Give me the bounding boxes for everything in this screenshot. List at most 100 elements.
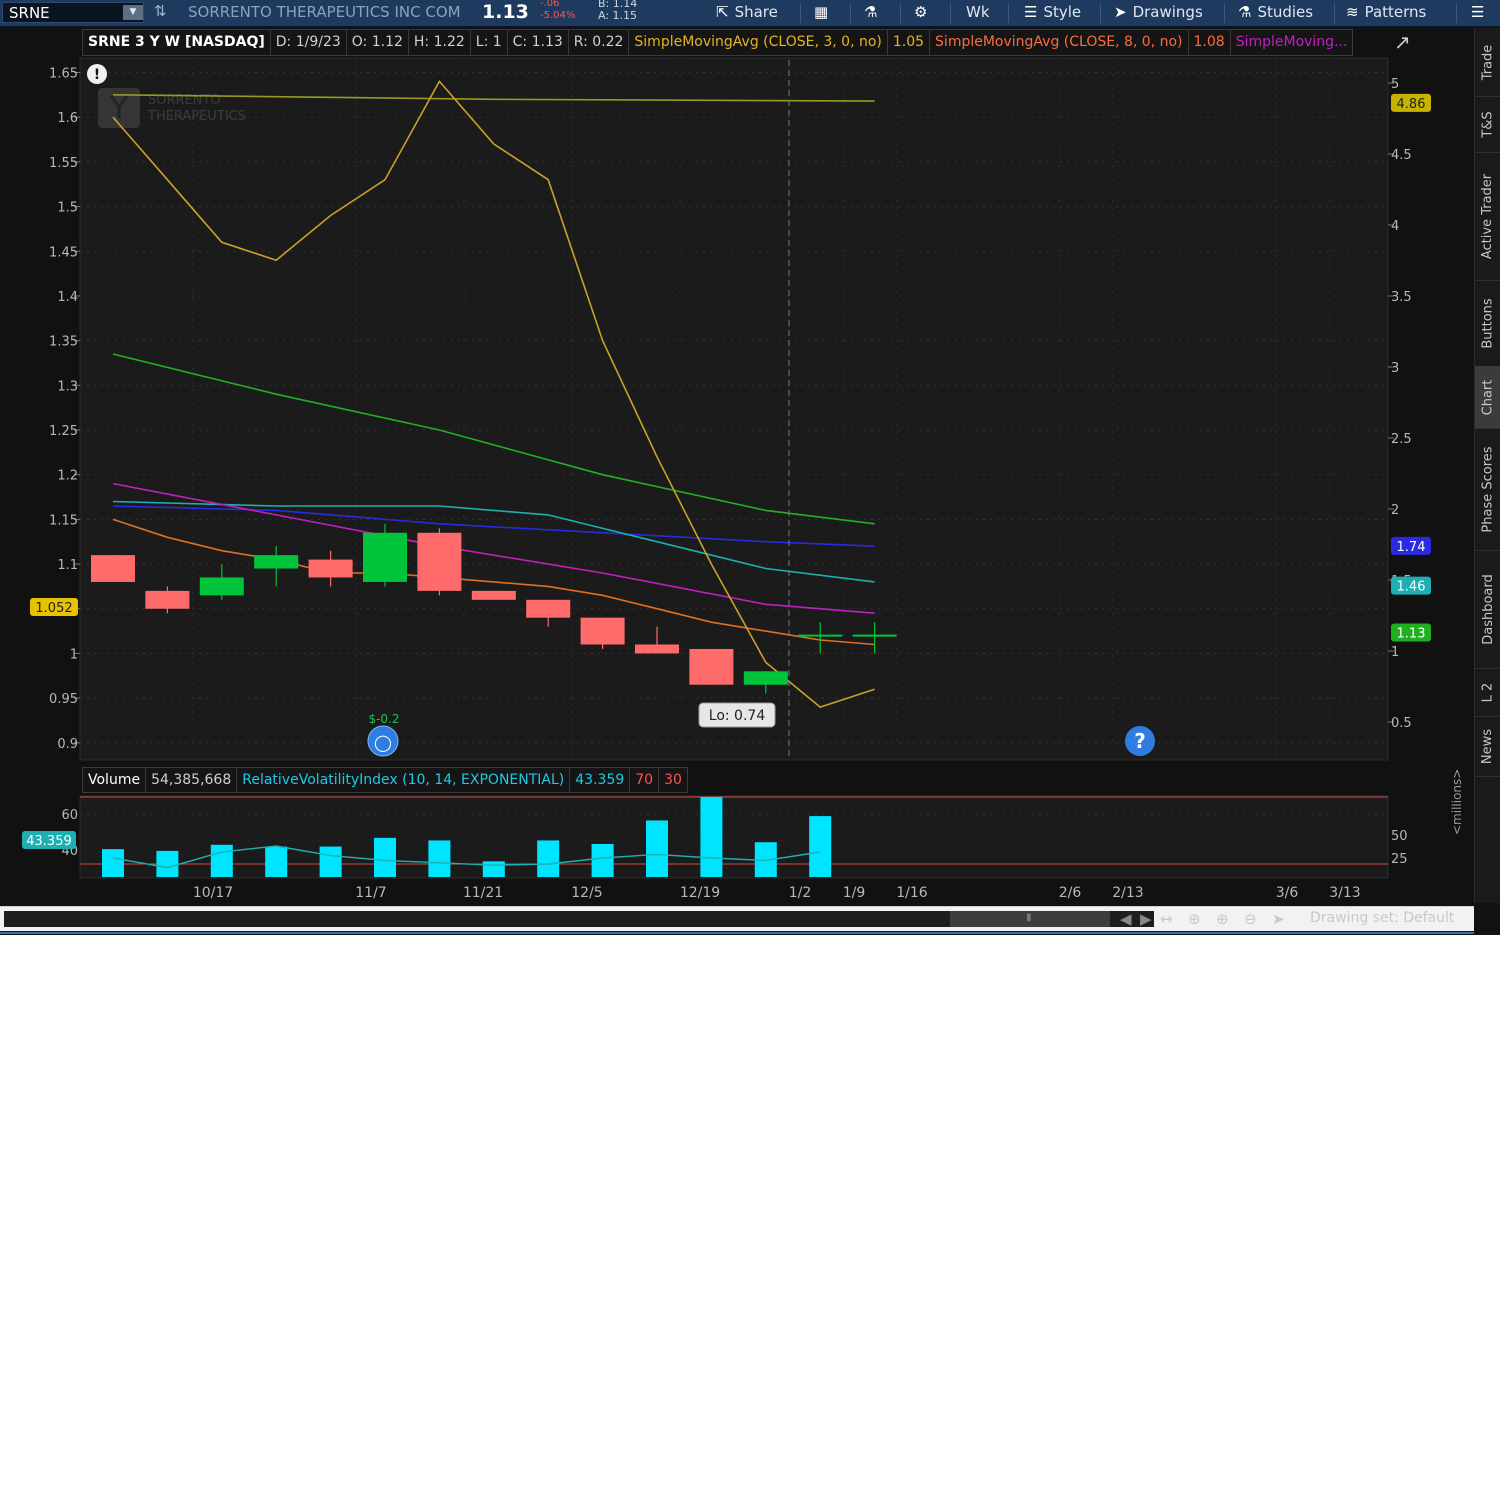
side-tab-news[interactable]: News (1475, 716, 1500, 777)
volume-bar[interactable] (156, 850, 179, 877)
volume-bar[interactable] (591, 843, 614, 877)
volume-bar[interactable] (482, 861, 505, 877)
net-change: -.06 (540, 0, 560, 9)
candle-body[interactable] (471, 590, 516, 600)
candle-body[interactable] (417, 532, 462, 591)
candle-body[interactable] (199, 577, 244, 596)
studies-button[interactable]: ⚗ Studies (1238, 0, 1313, 26)
grid-button[interactable]: ▦ (814, 0, 834, 26)
drawings-button[interactable]: ➤ Drawings (1114, 0, 1203, 26)
zoom-out-icon[interactable]: ⊖ (1244, 910, 1257, 928)
side-tab-buttons[interactable]: Buttons (1475, 280, 1500, 367)
symbol-input[interactable]: SRNE ▼ (2, 2, 144, 23)
link-icon[interactable]: ⇅ (154, 2, 167, 20)
share-button[interactable]: ⇱ Share (716, 0, 778, 26)
side-tab-label: Dashboard (1480, 573, 1496, 645)
side-tab-l-2[interactable]: L 2 (1475, 668, 1500, 717)
sma8-value: 1.08 (1187, 29, 1230, 56)
volume-bar[interactable] (265, 846, 288, 877)
last-price: 1.13 (482, 1, 529, 23)
drawing-set-label[interactable]: Drawing set: Default (1310, 910, 1454, 926)
divider (1334, 3, 1335, 23)
side-tab-chart[interactable]: Chart (1475, 366, 1500, 429)
volume-bar[interactable] (210, 844, 233, 877)
volume-bar[interactable] (428, 840, 451, 877)
volume-bar[interactable] (537, 840, 560, 877)
bar-open: O: 1.12 (345, 29, 408, 56)
crosshair-icon[interactable]: ⊕ (1188, 910, 1201, 928)
candle-body[interactable] (635, 644, 679, 654)
volume-bar[interactable] (809, 816, 832, 877)
candle-body[interactable] (363, 532, 407, 582)
time-axis-label: 3/6 (1276, 885, 1299, 901)
scroll-left-icon[interactable]: ◀ (1120, 910, 1132, 928)
svg-text:◯: ◯ (374, 733, 392, 752)
candle-body[interactable] (254, 555, 299, 569)
lo-label-text: Lo: 0.74 (709, 708, 766, 724)
time-axis-label: 2/6 (1059, 885, 1082, 901)
sma3-study-label[interactable]: SimpleMovingAvg (CLOSE, 3, 0, no) (628, 29, 887, 56)
chart-settings-icon[interactable]: ↗ (1394, 30, 1411, 54)
sma8-study-label[interactable]: SimpleMovingAvg (CLOSE, 8, 0, no) (929, 29, 1188, 56)
bar-high: H: 1.22 (407, 29, 470, 56)
scroll-right-icon[interactable]: ▶ (1140, 910, 1152, 928)
candle-body[interactable] (580, 617, 625, 645)
price-axis-label: 1.3 (57, 379, 78, 394)
side-tab-trade[interactable]: Trade (1475, 28, 1500, 97)
candle-body[interactable] (689, 648, 734, 685)
side-tab-label: Trade (1480, 44, 1496, 80)
pointer-icon[interactable]: ➤ (1272, 910, 1285, 928)
rvi-study-label[interactable]: RelativeVolatilityIndex (10, 14, EXPONEN… (236, 767, 570, 793)
menu-button[interactable]: ☰ (1471, 0, 1490, 26)
patterns-label: Patterns (1364, 3, 1427, 21)
chevron-down-icon[interactable]: ▼ (123, 5, 143, 20)
alert-icon[interactable]: ! (87, 64, 107, 84)
sma-more-label[interactable]: SimpleMoving... (1229, 29, 1354, 56)
style-button[interactable]: ☰ Style (1024, 0, 1081, 26)
volume-bar[interactable] (102, 849, 124, 877)
zoom-in-icon[interactable]: ⊕ (1216, 910, 1229, 928)
alert-text: ! (94, 67, 100, 83)
side-tab-dashboard[interactable]: Dashboard (1475, 550, 1500, 669)
symbol-text: SRNE (9, 4, 50, 22)
last-price-badge: 1.13 (1397, 627, 1426, 642)
candle-body[interactable] (145, 590, 190, 609)
volume-bar[interactable] (319, 846, 342, 877)
app-window: SRNE ▼ ⇅ SORRENTO THERAPEUTICS INC COM 1… (0, 0, 1500, 935)
volume-status-bar: Volume 54,385,668 RelativeVolatilityInde… (82, 767, 688, 793)
candle-body[interactable] (526, 599, 571, 618)
price-axis-label: 1.45 (49, 245, 78, 260)
candle-body[interactable] (743, 671, 788, 685)
flask-icon: ⚗ (1238, 3, 1252, 21)
volume-chart[interactable]: 6040502543.359 10/17 11/7 11/21 12/5 12/19 1/… (0, 794, 1474, 904)
candle-body[interactable] (91, 555, 135, 582)
expand-icon[interactable]: ↔ (1160, 910, 1173, 928)
side-tab-phase-scores[interactable]: Phase Scores (1475, 428, 1500, 551)
price-axis-label: 1.25 (49, 424, 78, 439)
chart-title[interactable]: SRNE 3 Y W [NASDAQ] (82, 29, 270, 56)
timeframe-button[interactable]: Wk (966, 0, 990, 26)
price-axis-label: 1.4 (57, 290, 78, 305)
flask-button[interactable]: ⚗ (864, 0, 883, 26)
side-tab-t-s[interactable]: T&S (1475, 96, 1500, 153)
side-tab-label: Chart (1480, 379, 1496, 415)
drawings-label: Drawings (1132, 3, 1203, 21)
help-icon[interactable]: ? (1125, 726, 1155, 756)
time-axis-label: 11/7 (355, 885, 386, 901)
volume-bar[interactable] (374, 837, 396, 877)
olive-ma-badge: 4.86 (1397, 97, 1426, 112)
volume-bar[interactable] (646, 820, 668, 877)
patterns-button[interactable]: ≋ Patterns (1346, 0, 1426, 26)
divider (800, 3, 801, 23)
divider (1224, 3, 1225, 23)
dividend-label: $-0.2 (368, 712, 399, 726)
candle-body[interactable] (308, 559, 353, 578)
bid-price: B: 1.14 (598, 0, 638, 10)
settings-button[interactable]: ⚙ (914, 0, 933, 26)
dividend-lightbulb-icon[interactable]: ◯ (367, 725, 399, 757)
lo-label: Lo: 0.74 (698, 702, 776, 728)
price-chart[interactable]: Y SORRENTO THERAPEUTICS 1.651.61.551.51.… (0, 56, 1474, 764)
volume-bar[interactable] (700, 796, 723, 877)
volume-label[interactable]: Volume (82, 767, 146, 793)
side-tab-active-trader[interactable]: Active Trader (1475, 152, 1500, 281)
